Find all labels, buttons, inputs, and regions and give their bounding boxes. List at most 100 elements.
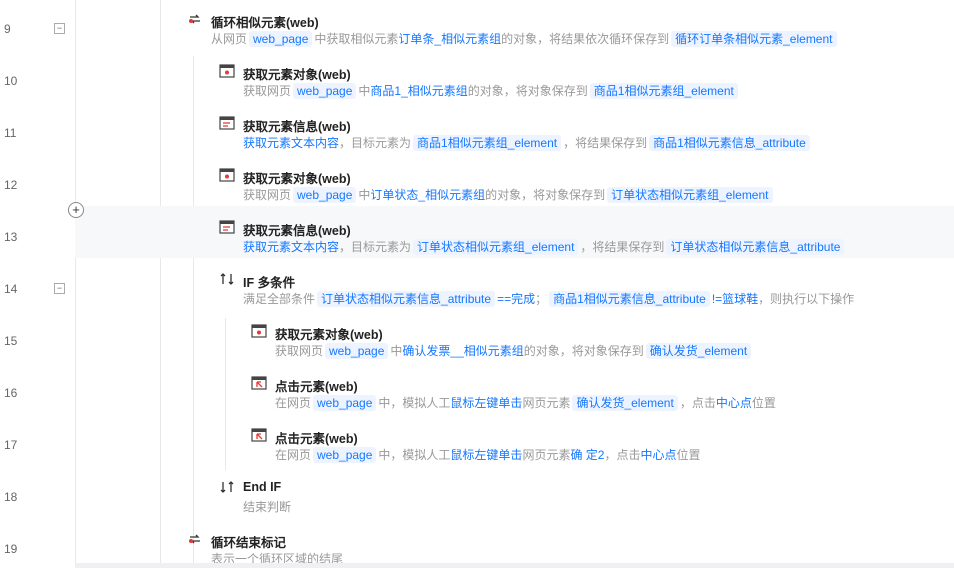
description-text: 的对象，将对象保存到 <box>485 188 606 202</box>
step-description: 获取元素文本内容，目标元素为 订单状态相似元素组_element ，将结果保存到 订单… <box>243 238 846 256</box>
collapse-toggle[interactable]: − <box>54 283 65 294</box>
line-number: 17 <box>4 438 18 452</box>
flow-step-row[interactable]: 18 End IF 结束判断 <box>0 466 954 518</box>
description-text: 获取网页 <box>243 188 292 202</box>
description-text: 结束判断 <box>243 500 292 514</box>
line-number: 14 <box>4 282 18 296</box>
param-highlight: !=篮球鞋 <box>711 292 759 306</box>
description-text: 网页元素 <box>522 396 571 410</box>
step-description: 获取网页 web_page 中确认发票__相似元素组的对象，将对象保存到 确认发货_e… <box>275 342 753 360</box>
description-text: 位置 <box>676 448 701 462</box>
step-title: 获取元素信息(web) <box>243 224 351 238</box>
add-step-button[interactable]: + <box>68 202 84 218</box>
description-text: 在网页 <box>275 448 312 462</box>
line-number: 11 <box>4 126 17 140</box>
step-description: 结束判断 <box>243 498 291 516</box>
description-text: 中获取相似元素 <box>314 32 399 46</box>
description-text: 获取网页 <box>243 84 292 98</box>
if-icon <box>219 272 235 286</box>
horizontal-scrollbar[interactable] <box>75 563 954 568</box>
get-info-icon <box>219 220 235 234</box>
step-title: 获取元素对象(web) <box>243 68 351 82</box>
variable-tag[interactable]: 订单状态相似元素信息_attribute <box>666 239 845 255</box>
line-number: 15 <box>4 334 18 348</box>
flow-step-row[interactable]: 17 点击元素(web) 在网页 web_page 中，模拟人工鼠标左键单击网页元素确 … <box>0 414 954 466</box>
param-highlight: 中心点 <box>640 448 677 462</box>
variable-tag[interactable]: web_page <box>313 447 377 463</box>
line-number: 9 <box>4 22 11 36</box>
description-text: 中，模拟人工 <box>378 396 451 410</box>
step-title: 获取元素对象(web) <box>275 328 383 342</box>
variable-tag[interactable]: 商品1相似元素组_element <box>413 135 562 151</box>
description-text: ； <box>535 292 548 306</box>
variable-tag[interactable]: 商品1相似元素组_element <box>589 83 738 99</box>
flow-step-row[interactable]: 9− 循环相似元素(web) 从网页 web_page 中获取相似元素订单条_相似元素组… <box>0 0 954 50</box>
param-highlight: 中心点 <box>715 396 752 410</box>
click-icon <box>251 428 267 442</box>
step-title: 点击元素(web) <box>275 380 358 394</box>
variable-tag[interactable]: web_page <box>293 187 357 203</box>
variable-tag[interactable]: 订单状态相似元素组_element <box>413 239 579 255</box>
variable-tag[interactable]: 商品1相似元素信息_attribute <box>649 135 810 151</box>
description-text: ，将结果保存到 <box>580 240 665 254</box>
loop-end-icon <box>187 532 203 546</box>
step-title: 获取元素信息(web) <box>243 120 351 134</box>
step-description: 在网页 web_page 中，模拟人工鼠标左键单击网页元素确 定2，点击中心点位置 <box>275 446 701 464</box>
description-text: ，点击 <box>679 396 716 410</box>
description-text: ，目标元素为 <box>339 136 412 150</box>
line-number: 13 <box>4 230 18 244</box>
flow-step-row[interactable]: 12 获取元素对象(web) 获取网页 web_page 中订单状态_相似元素组的对象，… <box>0 154 954 206</box>
param-highlight: 鼠标左键单击 <box>450 448 523 462</box>
description-text: ，点击 <box>604 448 641 462</box>
step-title: End IF <box>243 480 282 494</box>
step-title: 循环结束标记 <box>211 536 287 550</box>
param-highlight: 订单条_相似元素组 <box>398 32 502 46</box>
description-text: 位置 <box>751 396 776 410</box>
description-text: ，则执行以下操作 <box>758 292 855 306</box>
end-if-icon <box>219 480 235 494</box>
variable-tag[interactable]: 确认发货_element <box>572 395 678 411</box>
flow-step-row[interactable]: 10 获取元素对象(web) 获取网页 web_page 中商品1_相似元素组的对象，将… <box>0 50 954 102</box>
flow-step-row[interactable]: 13 获取元素信息(web) 获取元素文本内容，目标元素为 订单状态相似元素组_ele… <box>4 206 954 258</box>
line-number: 19 <box>4 542 18 556</box>
variable-tag[interactable]: web_page <box>325 343 389 359</box>
step-description: 获取网页 web_page 中商品1_相似元素组的对象，将对象保存到 商品1相似元素组… <box>243 82 740 100</box>
param-highlight: 获取元素文本内容 <box>243 136 340 150</box>
variable-tag[interactable]: 订单状态相似元素信息_attribute <box>317 291 496 307</box>
flow-step-row[interactable]: 15 获取元素对象(web) 获取网页 web_page 中确认发票__相似元素组的对象… <box>0 310 954 362</box>
description-text: 从网页 <box>211 32 248 46</box>
step-description: 满足全部条件 订单状态相似元素信息_attribute ==完成； 商品1相似元素信息… <box>243 290 854 308</box>
flow-step-row[interactable]: 14 − IF 多条件 满足全部条件 订单状态相似元素信息_attribute ==完成；… <box>0 258 954 310</box>
step-title: 获取元素对象(web) <box>243 172 351 186</box>
get-element-icon <box>219 168 235 182</box>
param-highlight: 确认发票__相似元素组 <box>402 344 524 358</box>
variable-tag[interactable]: web_page <box>293 83 357 99</box>
variable-tag[interactable]: 确认发货_element <box>645 343 752 359</box>
loop-icon <box>187 12 203 26</box>
step-description: 在网页 web_page 中，模拟人工鼠标左键单击网页元素 确认发货_element，… <box>275 394 776 412</box>
flow-step-row[interactable]: 11 获取元素信息(web) 获取元素文本内容，目标元素为 商品1相似元素组_elem… <box>0 102 954 154</box>
param-highlight: 确 定2 <box>570 448 605 462</box>
variable-tag[interactable]: web_page <box>249 31 313 47</box>
flow-step-row[interactable]: 16 点击元素(web) 在网页 web_page 中，模拟人工鼠标左键单击网页元素 确认… <box>0 362 954 414</box>
variable-tag[interactable]: web_page <box>313 395 377 411</box>
variable-tag[interactable]: 订单状态相似元素组_element <box>607 187 773 203</box>
description-text: 网页元素 <box>522 448 571 462</box>
description-text: 的对象，将结果依次循环保存到 <box>501 32 670 46</box>
click-icon <box>251 376 267 390</box>
step-description: 从网页 web_page 中获取相似元素订单条_相似元素组的对象，将结果依次循环保存… <box>211 30 839 48</box>
get-info-icon <box>219 116 235 130</box>
get-element-icon <box>251 324 267 338</box>
description-text: 中 <box>358 84 371 98</box>
line-number: 16 <box>4 386 18 400</box>
description-text: ，将结果保存到 <box>563 136 648 150</box>
get-element-icon <box>219 64 235 78</box>
collapse-toggle[interactable]: − <box>54 23 65 34</box>
step-description: 获取网页 web_page 中订单状态_相似元素组的对象，将对象保存到 订单状态相似元… <box>243 186 775 204</box>
description-text: 在网页 <box>275 396 312 410</box>
variable-tag[interactable]: 商品1相似元素信息_attribute <box>549 291 710 307</box>
line-number: 12 <box>4 178 18 192</box>
variable-tag[interactable]: 循环订单条相似元素_element <box>671 31 837 47</box>
param-highlight: 订单状态_相似元素组 <box>370 188 486 202</box>
line-number: 18 <box>4 490 18 504</box>
